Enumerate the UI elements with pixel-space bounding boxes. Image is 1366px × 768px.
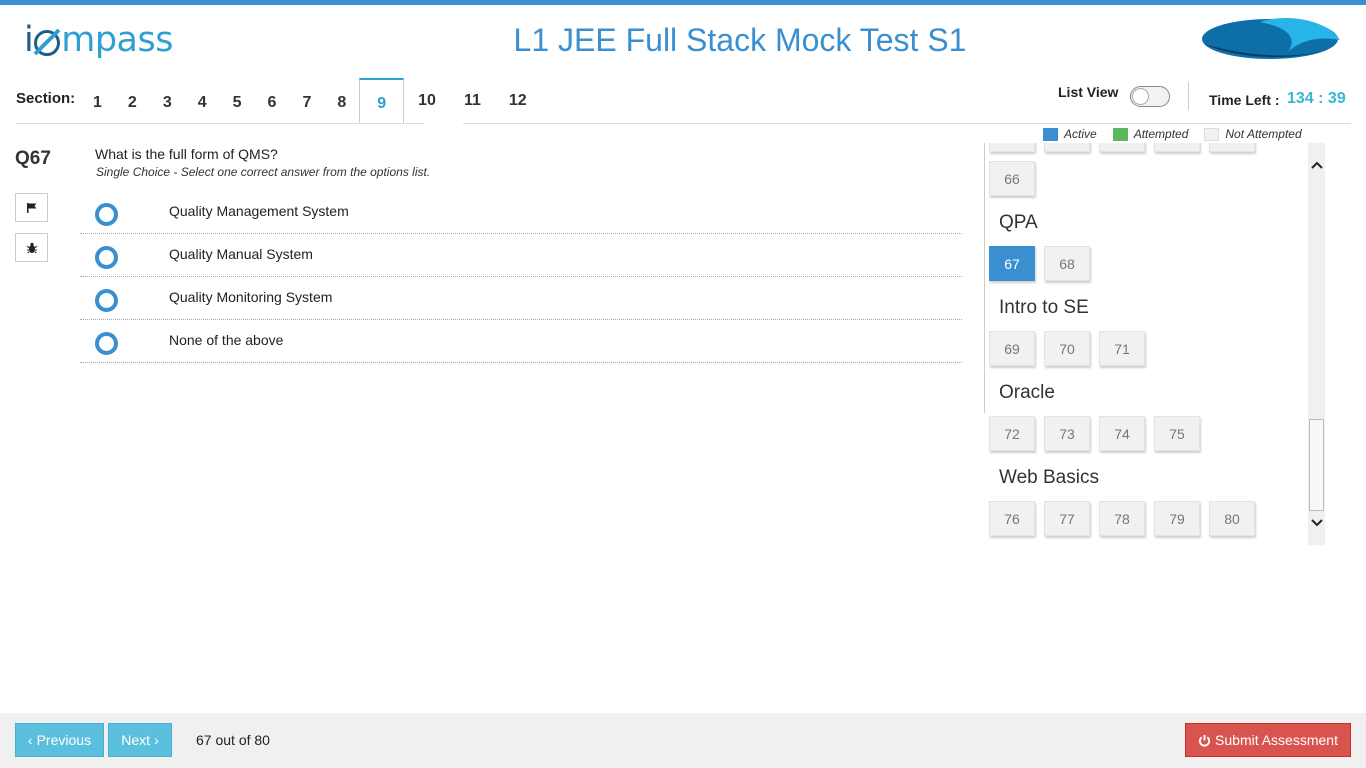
time-left-label: Time Left : (1209, 92, 1280, 108)
radio-button[interactable] (95, 203, 118, 226)
power-icon (1199, 734, 1211, 746)
tab-section-2[interactable]: 2 (115, 78, 150, 124)
radio-button[interactable] (95, 289, 118, 312)
question-button-73[interactable]: 73 (1044, 416, 1090, 451)
tabs-divider (16, 123, 424, 124)
question-button-76[interactable]: 76 (989, 501, 1035, 536)
question-number: Q67 (15, 148, 51, 169)
question-button-hidden[interactable] (1154, 143, 1200, 152)
question-button-hidden[interactable] (989, 143, 1035, 152)
list-view-toggle[interactable] (1130, 86, 1170, 107)
list-view-label: List View (1058, 84, 1119, 100)
question-counter: 67 out of 80 (196, 732, 270, 748)
tab-section-9[interactable]: 9 (359, 78, 405, 124)
question-button-hidden[interactable] (1044, 143, 1090, 152)
question-button-79[interactable]: 79 (1154, 501, 1200, 536)
chevron-right-icon: › (154, 732, 159, 748)
tab-section-8[interactable]: 8 (324, 78, 359, 124)
tab-section-11[interactable]: 11 (450, 78, 495, 124)
header-divider (1188, 82, 1189, 110)
question-button-67[interactable]: 67 (989, 246, 1035, 281)
question-button-68[interactable]: 68 (1044, 246, 1090, 281)
legend-active: Active (1043, 127, 1097, 141)
palette-group-title: Oracle (999, 382, 1055, 403)
bug-icon (26, 242, 37, 253)
scrollbar-thumb[interactable] (1309, 419, 1324, 511)
legend-swatch-not-attempted (1204, 127, 1220, 141)
tab-section-7[interactable]: 7 (289, 78, 324, 124)
toggle-knob (1132, 88, 1149, 105)
option-label: Quality Monitoring System (169, 289, 333, 305)
question-button-69[interactable]: 69 (989, 331, 1035, 366)
option-row[interactable]: Quality Monitoring System (80, 277, 962, 320)
chevron-down-icon[interactable] (1308, 515, 1325, 531)
question-button-71[interactable]: 71 (1099, 331, 1145, 366)
palette-group-title: QPA (999, 212, 1038, 233)
option-label: Quality Management System (169, 203, 349, 219)
chevron-left-icon: ‹ (27, 732, 33, 748)
palette-legend: Active Attempted Not Attempted (1043, 127, 1318, 141)
legend-swatch-attempted (1112, 127, 1128, 141)
tabs-divider (463, 123, 1351, 124)
report-bug-button[interactable] (15, 233, 48, 262)
radio-button[interactable] (95, 332, 118, 355)
question-button-77[interactable]: 77 (1044, 501, 1090, 536)
tab-section-6[interactable]: 6 (255, 78, 290, 124)
question-button-80[interactable]: 80 (1209, 501, 1255, 536)
tab-section-10[interactable]: 10 (404, 78, 450, 124)
previous-button[interactable]: ‹ Previous (15, 723, 104, 757)
tab-section-5[interactable]: 5 (220, 78, 255, 124)
question-button-78[interactable]: 78 (1099, 501, 1145, 536)
question-palette: 66 QPA 67 68 Intro to SE 69 70 71 Oracle 72 73 74 75… (984, 143, 1325, 545)
question-button-hidden[interactable] (1099, 143, 1145, 152)
palette-group-title: Web Basics (999, 467, 1099, 488)
option-row[interactable]: Quality Management System (80, 191, 962, 234)
question-button-hidden[interactable] (1209, 143, 1255, 152)
question-button-66[interactable]: 66 (989, 161, 1035, 196)
top-accent-bar (0, 0, 1366, 5)
question-hint: Single Choice - Select one correct answe… (96, 165, 431, 179)
chevron-up-icon[interactable] (1308, 157, 1325, 173)
question-button-74[interactable]: 74 (1099, 416, 1145, 451)
legend-not-attempted: Not Attempted (1204, 127, 1302, 141)
answer-options: Quality Management System Quality Manual… (80, 191, 962, 363)
tab-section-12[interactable]: 12 (495, 78, 541, 124)
brand-logo-mark (1202, 18, 1340, 59)
option-row[interactable]: Quality Manual System (80, 234, 962, 277)
legend-attempted: Attempted (1112, 127, 1188, 141)
question-text: What is the full form of QMS? (95, 146, 278, 162)
tab-section-3[interactable]: 3 (150, 78, 185, 124)
option-label: Quality Manual System (169, 246, 313, 262)
submit-assessment-button[interactable]: Submit Assessment (1185, 723, 1351, 757)
question-button-72[interactable]: 72 (989, 416, 1035, 451)
question-button-75[interactable]: 75 (1154, 416, 1200, 451)
option-row[interactable]: None of the above (80, 320, 962, 363)
radio-button[interactable] (95, 246, 118, 269)
tab-section-1[interactable]: 1 (80, 78, 115, 124)
next-button[interactable]: Next › (108, 723, 172, 757)
question-button-70[interactable]: 70 (1044, 331, 1090, 366)
palette-group-title: Intro to SE (999, 297, 1089, 318)
footer-bar: ‹ Previous Next › 67 out of 80 Submit Asse… (0, 713, 1366, 768)
time-left-value: 134 : 39 (1287, 90, 1346, 107)
flag-button[interactable] (15, 193, 48, 222)
page-title: L1 JEE Full Stack Mock Test S1 (513, 22, 967, 58)
tab-section-4[interactable]: 4 (185, 78, 220, 124)
legend-swatch-active (1043, 127, 1058, 141)
section-tabs: 1 2 3 4 5 6 7 8 9 10 11 12 (80, 78, 541, 124)
section-label: Section: (16, 90, 76, 107)
palette-scrollbar[interactable] (1308, 143, 1325, 545)
option-label: None of the above (169, 332, 284, 348)
flag-icon (26, 202, 36, 213)
